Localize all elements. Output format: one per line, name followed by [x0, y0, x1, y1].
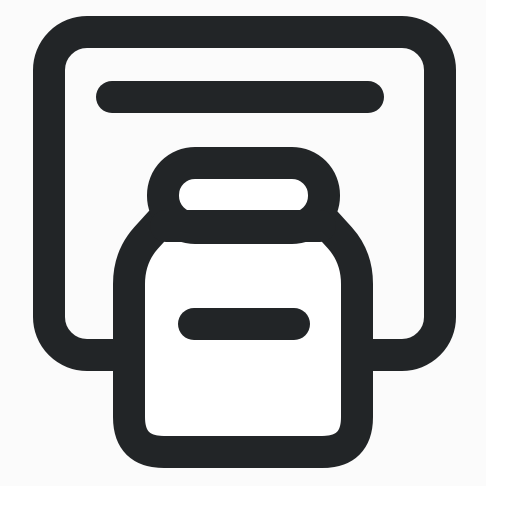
clipboard-jar-icon	[33, 16, 456, 468]
icon-canvas	[0, 0, 512, 512]
